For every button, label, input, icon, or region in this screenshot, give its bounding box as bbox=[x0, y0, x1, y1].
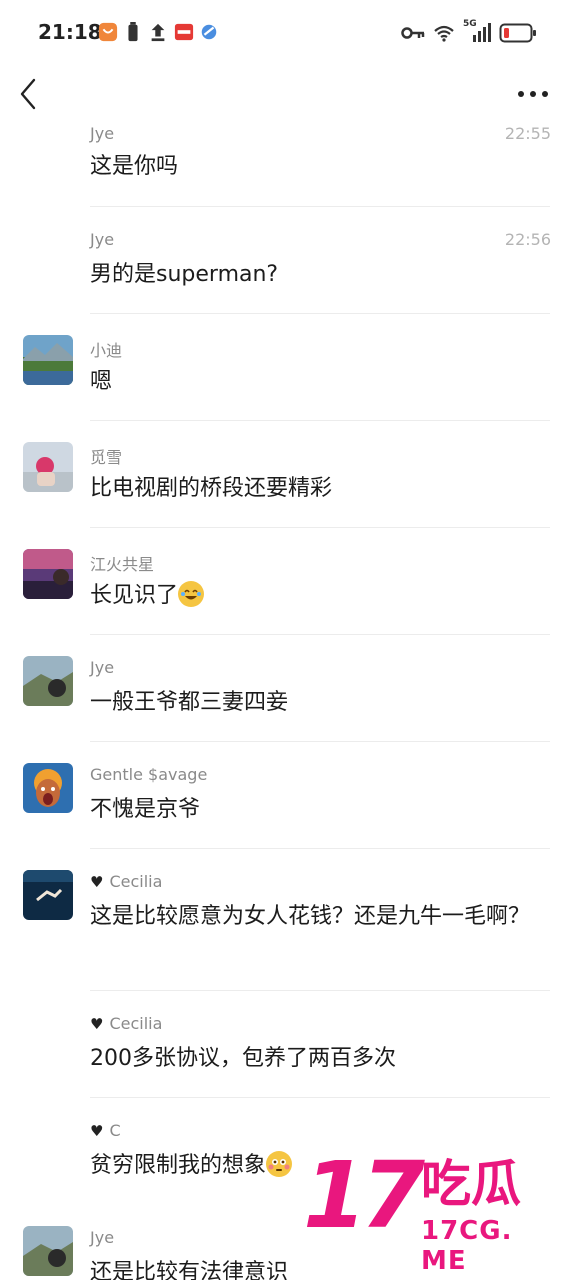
flushed-emoji-icon bbox=[266, 1151, 293, 1177]
comment-time: 22:56 bbox=[504, 230, 551, 249]
divider bbox=[90, 527, 550, 528]
wifi-icon bbox=[434, 25, 454, 42]
watermark-number: 17 bbox=[303, 1142, 425, 1249]
avatar[interactable] bbox=[23, 870, 73, 920]
comment-text: 长见识了 bbox=[90, 579, 550, 613]
comment-author: ♥ Cecilia bbox=[90, 1014, 163, 1033]
black-heart-icon: ♥ bbox=[90, 1122, 104, 1140]
app-notification-icon bbox=[98, 22, 118, 42]
upload-icon bbox=[151, 23, 165, 42]
watermark-logo: 17 吃瓜 17CG. ME bbox=[303, 1142, 563, 1277]
nav-bar bbox=[0, 62, 573, 126]
watermark-chinese: 吃瓜 bbox=[421, 1155, 521, 1213]
comment-author: Jye bbox=[90, 658, 115, 677]
comment-author: ♥ Cecilia bbox=[90, 872, 163, 891]
list-item[interactable]: 觅雪 比电视剧的桥段还要精彩 bbox=[0, 422, 573, 529]
list-item[interactable]: 江火共星 长见识了 bbox=[0, 529, 573, 636]
comment-time: 22:55 bbox=[504, 124, 551, 143]
comment-text: 比电视剧的桥段还要精彩 bbox=[90, 476, 333, 501]
chevron-left-icon bbox=[20, 78, 36, 110]
comment-text: 不愧是京爷 bbox=[90, 797, 201, 822]
list-item[interactable]: Jye 22:55 这是你吗 bbox=[0, 120, 573, 208]
divider bbox=[90, 420, 550, 421]
divider bbox=[90, 313, 550, 314]
back-button[interactable] bbox=[14, 76, 46, 112]
avatar[interactable] bbox=[23, 656, 73, 706]
divider bbox=[90, 741, 550, 742]
status-right-group: 5G bbox=[401, 19, 537, 46]
battery-notification-icon bbox=[128, 22, 138, 42]
battery-icon bbox=[499, 23, 536, 43]
comment-author: Jye bbox=[90, 124, 115, 143]
list-item[interactable]: Jye 一般王爷都三妻四妾 bbox=[0, 636, 573, 743]
divider bbox=[90, 990, 550, 991]
list-item[interactable]: 小迪 嗯 bbox=[0, 315, 573, 422]
cellular-signal-icon: 5G bbox=[463, 19, 491, 44]
list-item[interactable]: Gentle $avage 不愧是京爷 bbox=[0, 743, 573, 850]
avatar[interactable] bbox=[23, 549, 73, 599]
black-heart-icon: ♥ bbox=[90, 873, 104, 891]
divider bbox=[90, 848, 550, 849]
news-app-icon bbox=[174, 23, 194, 41]
list-item[interactable]: Jye 22:56 男的是superman? bbox=[0, 208, 573, 315]
black-heart-icon: ♥ bbox=[90, 1015, 104, 1033]
divider bbox=[90, 206, 550, 207]
comment-text: 200多张协议，包养了两百多次 bbox=[90, 1046, 396, 1071]
comment-author: 小迪 bbox=[90, 341, 123, 360]
comment-list[interactable]: Jye 22:55 这是你吗 Jye 22:56 男的是superman? 小迪… bbox=[0, 120, 573, 1280]
avatar[interactable] bbox=[23, 335, 73, 385]
status-bar: 21:18 5G bbox=[0, 0, 573, 62]
avatar[interactable] bbox=[23, 442, 73, 492]
divider bbox=[90, 634, 550, 635]
comment-author: 觅雪 bbox=[90, 448, 123, 467]
list-item[interactable]: ♥ Cecilia 200多张协议，包养了两百多次 bbox=[0, 992, 573, 1099]
comment-text-content: 长见识了 bbox=[90, 583, 179, 608]
comment-author: Jye bbox=[90, 230, 115, 249]
watermark-url: 17CG. ME bbox=[421, 1216, 513, 1276]
list-item[interactable]: ♥ Cecilia 这是比较愿意为女人花钱？还是九牛一毛啊？ bbox=[0, 850, 573, 992]
comment-text-content: 贫穷限制我的想象 bbox=[90, 1153, 267, 1178]
comment-text: 男的是superman? bbox=[90, 262, 279, 287]
avatar[interactable] bbox=[23, 1226, 73, 1276]
comment-text: 这是你吗 bbox=[90, 154, 179, 179]
divider bbox=[90, 1097, 550, 1098]
more-button[interactable] bbox=[517, 84, 549, 104]
comment-author: ♥ C bbox=[90, 1121, 121, 1140]
comment-author: Jye bbox=[90, 1228, 115, 1247]
comment-text: 一般王爷都三妻四妾 bbox=[90, 690, 289, 715]
comment-text: 嗯 bbox=[90, 369, 113, 394]
more-dots-icon bbox=[518, 91, 548, 97]
vpn-key-icon bbox=[401, 27, 425, 39]
comment-author: 江火共星 bbox=[90, 555, 155, 574]
browser-app-icon bbox=[201, 24, 217, 40]
avatar[interactable] bbox=[23, 763, 73, 813]
comment-text: 这是比较愿意为女人花钱？还是九牛一毛啊？ bbox=[90, 904, 531, 929]
status-time: 21:18 bbox=[38, 20, 102, 44]
rolling-laughing-emoji-icon bbox=[178, 581, 205, 607]
comment-author: Gentle $avage bbox=[90, 765, 208, 784]
